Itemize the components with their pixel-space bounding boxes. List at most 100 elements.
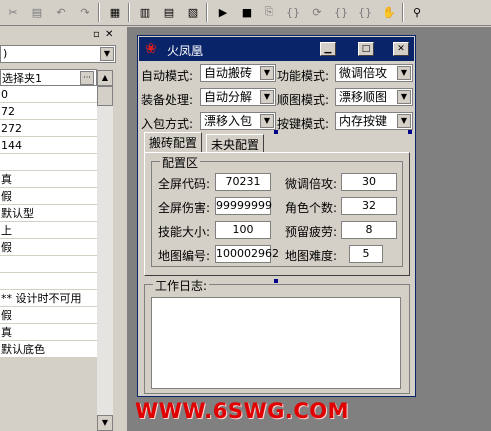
property-grid: 选择夹1 ··· 0 72 272 144 真 假 默认型 上 假 ** 设计时… [0,69,97,358]
bag-mode-dropdown[interactable]: 漂移入包 ▼ [200,112,276,130]
property-row[interactable]: 真 [0,324,97,341]
braces-icon[interactable]: {} [284,3,302,21]
scroll-thumb[interactable] [97,86,113,106]
find-icon[interactable]: ⚲ [408,3,426,21]
property-row[interactable] [0,273,97,290]
form-titlebar[interactable]: ❀ 火凤凰 ▁ □ ✕ [139,37,414,61]
form-title: 火凤凰 [167,44,204,58]
property-row[interactable]: 144 [0,137,97,154]
auto-mode-value: 自动搬砖 [204,66,253,80]
watermark-text: WWW.6SWG.COM [135,399,350,423]
stop-icon[interactable]: ■ [238,3,256,21]
property-row[interactable]: 默认底色 [0,341,97,358]
scroll-down-icon[interactable]: ▼ [97,415,113,431]
chevron-down-icon[interactable]: ▼ [260,66,274,80]
panel-splitter[interactable] [118,27,128,431]
close-icon[interactable]: ✕ [105,29,113,40]
map-mode-value: 漂移顺图 [339,90,388,104]
object-selector-value: ) [3,47,8,60]
chevron-down-icon[interactable]: ▼ [260,114,274,128]
key-mode-value: 内存按键 [339,114,388,128]
property-row[interactable]: ** 设计时不可用 [0,290,97,307]
fullscreen-code-field[interactable]: 70231 [215,173,271,191]
map-difficulty-label: 地图难度: [285,249,338,263]
fullscreen-damage-field[interactable]: 99999999 [215,197,272,215]
selection-handle[interactable] [274,130,278,134]
property-row-selected[interactable]: 选择夹1 ··· [0,69,97,86]
property-scrollbar[interactable]: ▲ ▼ [97,70,113,431]
paste-icon[interactable]: ▤ [28,3,46,21]
work-log-textbox[interactable] [151,297,401,389]
compile-icon[interactable]: ⎘ [260,3,278,21]
toolbar-separator [206,3,208,22]
skill-size-label: 技能大小: [158,225,211,239]
chevron-down-icon[interactable]: ▼ [260,90,274,104]
property-row[interactable]: 72 [0,103,97,120]
property-row[interactable]: 272 [0,120,97,137]
ellipsis-button[interactable]: ··· [80,71,94,85]
property-value: 选择夹1 [2,72,42,85]
property-row[interactable]: 假 [0,239,97,256]
maximize-button[interactable]: □ [358,42,374,56]
pin-icon[interactable]: ▫ [93,29,100,40]
close-button[interactable]: ✕ [393,42,409,56]
step-icon[interactable]: ⟳ [308,3,326,21]
layout-icon[interactable]: ▥ [136,3,154,21]
equip-handle-dropdown[interactable]: 自动分解 ▼ [200,88,276,106]
toolbar-separator [128,3,130,22]
panel-header: ▫ ✕ [0,27,118,43]
view-code-icon[interactable]: ▦ [106,3,124,21]
damage-multiplier-label: 微调倍攻: [285,177,338,191]
property-row[interactable] [0,256,97,273]
reserve-fatigue-field[interactable]: 8 [341,221,397,239]
property-row[interactable]: 真 [0,171,97,188]
cut-icon[interactable]: ✂ [4,3,22,21]
map-mode-dropdown[interactable]: 漂移顺图 ▼ [335,88,413,106]
property-row[interactable]: 默认型 [0,205,97,222]
chevron-down-icon[interactable]: ▼ [397,90,411,104]
step-out-icon[interactable]: {} [356,3,374,21]
skill-size-field[interactable]: 100 [215,221,271,239]
character-count-field[interactable]: 32 [341,197,397,215]
toolbar: ✂ ▤ ↶ ↷ ▦ ▥ ▤ ▧ ▶ ■ ⎘ {} ⟳ {} {} ✋ ⚲ [0,0,491,26]
property-panel: ▫ ✕ ) ▼ 选择夹1 ··· 0 72 272 144 真 假 默认型 上 … [0,27,118,431]
map-difficulty-field[interactable]: 5 [349,245,383,263]
rose-icon: ❀ [145,41,157,57]
function-mode-dropdown[interactable]: 微调倍攻 ▼ [335,64,413,82]
tab-brick-config[interactable]: 搬砖配置 [144,132,203,152]
property-row[interactable]: 假 [0,188,97,205]
selection-handle[interactable] [274,279,278,283]
map-id-label: 地图编号: [158,249,211,263]
designer-form[interactable]: ❀ 火凤凰 ▁ □ ✕ 自动模式: 自动搬砖 ▼ 功能模式: 微调倍攻 ▼ 装备… [137,35,416,397]
chevron-down-icon[interactable]: ▼ [100,47,114,61]
undo-icon[interactable]: ↶ [52,3,70,21]
property-row[interactable] [0,154,97,171]
map-id-field[interactable]: 100002962 [215,245,279,263]
chevron-down-icon[interactable]: ▼ [397,114,411,128]
auto-mode-label: 自动模式: [141,69,194,83]
property-row[interactable]: 上 [0,222,97,239]
damage-multiplier-field[interactable]: 30 [341,173,397,191]
property-row[interactable]: 假 [0,307,97,324]
object-selector[interactable]: ) ▼ [0,45,116,63]
fullscreen-code-label: 全屏代码: [158,177,211,191]
bag-mode-label: 入包方式: [141,117,194,131]
grid-icon[interactable]: ▤ [160,3,178,21]
minimize-button[interactable]: ▁ [320,42,336,56]
redo-icon[interactable]: ↷ [76,3,94,21]
bag-mode-value: 漂移入包 [204,114,253,128]
property-row[interactable]: 0 [0,86,97,103]
scroll-up-icon[interactable]: ▲ [97,70,113,86]
hand-icon[interactable]: ✋ [380,3,398,21]
function-mode-value: 微调倍攻 [339,66,388,80]
step-into-icon[interactable]: {} [332,3,350,21]
auto-mode-dropdown[interactable]: 自动搬砖 ▼ [200,64,276,82]
work-log-group: 工作日志: [144,277,410,394]
fullscreen-damage-label: 全屏伤害: [158,201,211,215]
run-icon[interactable]: ▶ [214,3,232,21]
chevron-down-icon[interactable]: ▼ [397,66,411,80]
key-mode-dropdown[interactable]: 内存按键 ▼ [335,112,413,130]
tab-weiyang-config[interactable]: 未央配置 [206,134,265,152]
selection-handle[interactable] [408,130,412,134]
tab-order-icon[interactable]: ▧ [184,3,202,21]
